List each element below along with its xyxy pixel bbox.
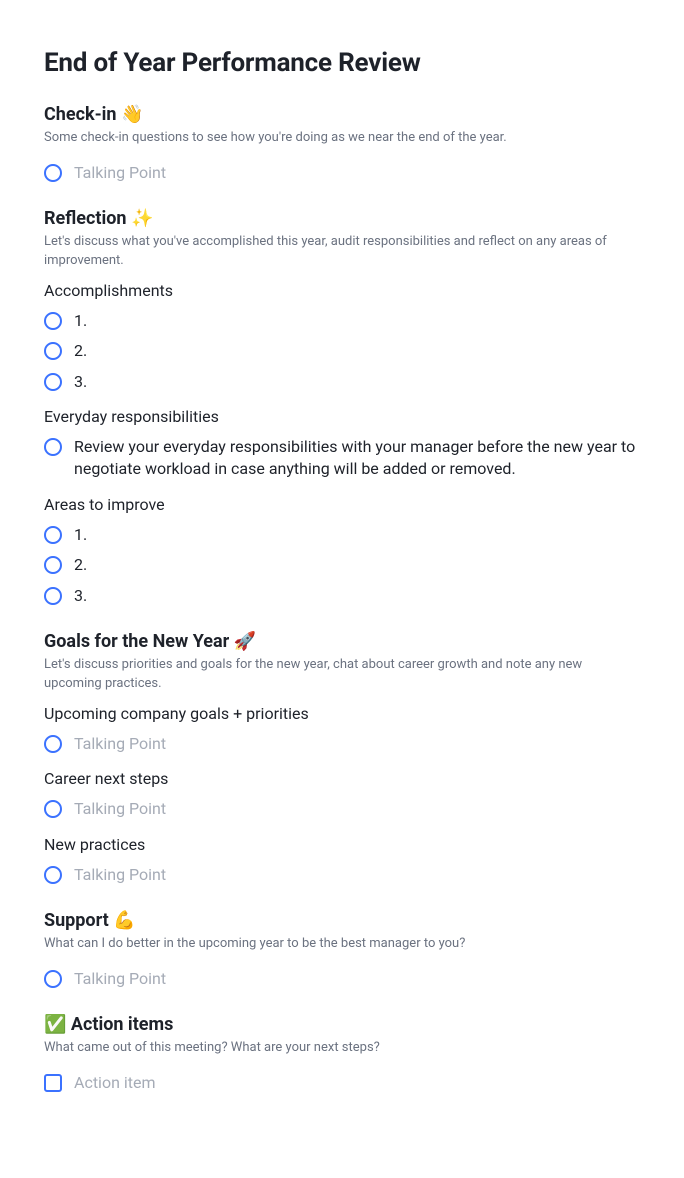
list-item-text[interactable]: 1. bbox=[74, 310, 640, 332]
talking-point-row[interactable]: Talking Point bbox=[44, 794, 640, 824]
talking-point-row[interactable]: Talking Point bbox=[44, 860, 640, 890]
list-item[interactable]: 3. bbox=[44, 581, 640, 611]
section-goals: Goals for the New Year 🚀 Let's discuss p… bbox=[44, 631, 640, 890]
radio-icon[interactable] bbox=[44, 866, 62, 884]
radio-icon[interactable] bbox=[44, 526, 62, 544]
list-item[interactable]: 2. bbox=[44, 550, 640, 580]
radio-icon[interactable] bbox=[44, 556, 62, 574]
talking-point-placeholder[interactable]: Talking Point bbox=[74, 968, 640, 990]
subheading-responsibilities: Everyday responsibilities bbox=[44, 407, 640, 426]
action-item-placeholder[interactable]: Action item bbox=[74, 1072, 640, 1094]
subheading-practices: New practices bbox=[44, 835, 640, 854]
subheading-upcoming: Upcoming company goals + priorities bbox=[44, 704, 640, 723]
list-item[interactable]: 3. bbox=[44, 367, 640, 397]
list-item-text[interactable]: Review your everyday responsibilities wi… bbox=[74, 436, 640, 481]
radio-icon[interactable] bbox=[44, 735, 62, 753]
list-item-text[interactable]: 1. bbox=[74, 524, 640, 546]
talking-point-row[interactable]: Talking Point bbox=[44, 158, 640, 188]
section-description: Let's discuss priorities and goals for t… bbox=[44, 656, 640, 694]
section-description: What came out of this meeting? What are … bbox=[44, 1039, 640, 1058]
radio-icon[interactable] bbox=[44, 373, 62, 391]
section-description: Some check-in questions to see how you'r… bbox=[44, 129, 640, 148]
list-item-text[interactable]: 3. bbox=[74, 585, 640, 607]
list-item[interactable]: 2. bbox=[44, 336, 640, 366]
radio-icon[interactable] bbox=[44, 164, 62, 182]
section-reflection: Reflection ✨ Let's discuss what you've a… bbox=[44, 208, 640, 611]
talking-point-placeholder[interactable]: Talking Point bbox=[74, 733, 640, 755]
section-support: Support 💪 What can I do better in the up… bbox=[44, 910, 640, 994]
subheading-accomplishments: Accomplishments bbox=[44, 281, 640, 300]
talking-point-placeholder[interactable]: Talking Point bbox=[74, 162, 640, 184]
list-item[interactable]: 1. bbox=[44, 520, 640, 550]
document-page: End of Year Performance Review Check-in … bbox=[0, 0, 684, 1178]
talking-point-row[interactable]: Talking Point bbox=[44, 729, 640, 759]
radio-icon[interactable] bbox=[44, 587, 62, 605]
section-heading: ✅ Action items bbox=[44, 1014, 640, 1035]
radio-icon[interactable] bbox=[44, 970, 62, 988]
radio-icon[interactable] bbox=[44, 438, 62, 456]
checkbox-icon[interactable] bbox=[44, 1074, 62, 1092]
talking-point-placeholder[interactable]: Talking Point bbox=[74, 864, 640, 886]
section-heading: Goals for the New Year 🚀 bbox=[44, 631, 640, 652]
list-item-text[interactable]: 3. bbox=[74, 371, 640, 393]
list-item[interactable]: Review your everyday responsibilities wi… bbox=[44, 432, 640, 485]
radio-icon[interactable] bbox=[44, 312, 62, 330]
section-heading: Reflection ✨ bbox=[44, 208, 640, 229]
section-checkin: Check-in 👋 Some check-in questions to se… bbox=[44, 104, 640, 188]
section-heading: Support 💪 bbox=[44, 910, 640, 931]
list-item-text[interactable]: 2. bbox=[74, 554, 640, 576]
section-description: Let's discuss what you've accomplished t… bbox=[44, 233, 640, 271]
section-heading: Check-in 👋 bbox=[44, 104, 640, 125]
talking-point-placeholder[interactable]: Talking Point bbox=[74, 798, 640, 820]
section-action-items: ✅ Action items What came out of this mee… bbox=[44, 1014, 640, 1098]
section-description: What can I do better in the upcoming yea… bbox=[44, 935, 640, 954]
list-item-text[interactable]: 2. bbox=[74, 340, 640, 362]
radio-icon[interactable] bbox=[44, 800, 62, 818]
page-title: End of Year Performance Review bbox=[44, 48, 640, 78]
action-item-row[interactable]: Action item bbox=[44, 1068, 640, 1098]
subheading-areas: Areas to improve bbox=[44, 495, 640, 514]
talking-point-row[interactable]: Talking Point bbox=[44, 964, 640, 994]
radio-icon[interactable] bbox=[44, 342, 62, 360]
subheading-career: Career next steps bbox=[44, 769, 640, 788]
list-item[interactable]: 1. bbox=[44, 306, 640, 336]
